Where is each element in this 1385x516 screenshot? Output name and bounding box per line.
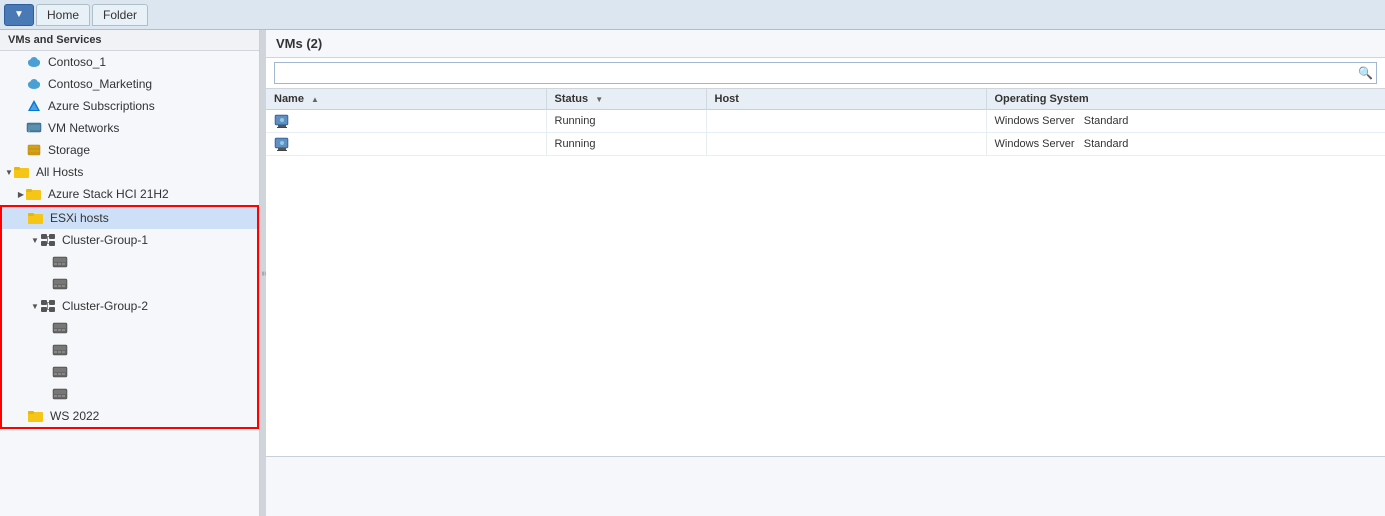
expand-btn-host-1b xyxy=(42,279,52,289)
label-contoso: Contoso_1 xyxy=(48,55,106,69)
sidebar-item-contoso[interactable]: Contoso_1 xyxy=(0,51,259,73)
cell-status-vm2: Running xyxy=(546,133,706,156)
expand-btn-host-2d xyxy=(42,389,52,399)
cell-status-vm1: Running xyxy=(546,110,706,133)
sidebar-item-contoso-marketing[interactable]: Contoso_Marketing xyxy=(0,73,259,95)
sidebar-item-cluster-group-1[interactable]: ▼ Cluster-Group-1 xyxy=(2,229,257,251)
expand-btn-ws-2022 xyxy=(18,411,28,421)
icon-host-1a xyxy=(54,254,70,270)
sidebar-item-esxi-hosts[interactable]: ESXi hosts xyxy=(2,207,257,229)
sidebar-item-azure-subscriptions[interactable]: Azure Subscriptions xyxy=(0,95,259,117)
cell-name-vm1 xyxy=(266,110,546,133)
table-row-vm2[interactable]: Running Windows Server Standard xyxy=(266,133,1385,156)
toolbar: ▼ Home Folder xyxy=(0,0,1385,30)
cell-host-vm1 xyxy=(706,110,986,133)
cell-os-vm2: Windows Server Standard xyxy=(986,133,1385,156)
sidebar-item-storage[interactable]: Storage xyxy=(0,139,259,161)
sidebar-item-host-1b[interactable] xyxy=(2,273,257,295)
label-esxi-hosts: ESXi hosts xyxy=(50,211,109,225)
dropdown-button[interactable]: ▼ xyxy=(4,4,34,26)
icon-host-2c xyxy=(54,364,70,380)
expand-btn-all-hosts[interactable]: ▼ xyxy=(4,167,14,177)
content-area: VMs (2) 🔍 Name ▲ Status ▼ xyxy=(266,30,1385,516)
col-header-os[interactable]: Operating System xyxy=(986,89,1385,110)
sidebar-item-azure-stack[interactable]: ▶ Azure Stack HCI 21H2 xyxy=(0,183,259,205)
icon-azure-subscriptions xyxy=(28,98,44,114)
content-header: VMs (2) xyxy=(266,30,1385,58)
icon-contoso xyxy=(28,54,44,70)
folder-tab-label: Folder xyxy=(103,8,137,22)
expand-btn-azure-subscriptions xyxy=(16,101,26,111)
expand-btn-cluster-group-2[interactable]: ▼ xyxy=(30,301,40,311)
table-header-row: Name ▲ Status ▼ Host Operating System xyxy=(266,89,1385,110)
table-row-vm1[interactable]: Running Windows Server Standard xyxy=(266,110,1385,133)
cell-name-vm2 xyxy=(266,133,546,156)
label-ws-2022: WS 2022 xyxy=(50,409,99,423)
icon-azure-stack xyxy=(28,186,44,202)
expand-btn-host-2b xyxy=(42,345,52,355)
icon-vm-networks xyxy=(28,120,44,136)
col-header-name[interactable]: Name ▲ xyxy=(266,89,546,110)
label-azure-stack: Azure Stack HCI 21H2 xyxy=(48,187,169,201)
search-input[interactable] xyxy=(274,62,1377,84)
expand-btn-cluster-group-1[interactable]: ▼ xyxy=(30,235,40,245)
sidebar-content: Contoso_1 Contoso_Marketing Azure Subscr… xyxy=(0,51,259,516)
col-header-status[interactable]: Status ▼ xyxy=(546,89,706,110)
expand-btn-host-2c xyxy=(42,367,52,377)
sidebar-item-vm-networks[interactable]: VM Networks xyxy=(0,117,259,139)
home-tab[interactable]: Home xyxy=(36,4,90,26)
sort-icon-status: ▼ xyxy=(595,95,603,104)
vm-list-table: Name ▲ Status ▼ Host Operating System xyxy=(266,89,1385,156)
sidebar-item-ws-2022[interactable]: WS 2022 xyxy=(2,405,257,427)
expand-btn-host-2a xyxy=(42,323,52,333)
expand-btn-esxi-hosts xyxy=(18,213,28,223)
icon-cluster-group-1 xyxy=(42,232,58,248)
expand-btn-vm-networks xyxy=(16,123,26,133)
label-cluster-group-2: Cluster-Group-2 xyxy=(62,299,148,313)
folder-tab[interactable]: Folder xyxy=(92,4,148,26)
home-tab-label: Home xyxy=(47,8,79,22)
sidebar-item-host-2d[interactable] xyxy=(2,383,257,405)
sidebar-item-host-1a[interactable] xyxy=(2,251,257,273)
status-bar xyxy=(266,456,1385,516)
esxi-highlight-box: ESXi hosts ▼ Cluster-Group-1 ▼ Cluster-Grou… xyxy=(0,205,259,429)
icon-storage xyxy=(28,142,44,158)
label-all-hosts: All Hosts xyxy=(36,165,83,179)
icon-host-2a xyxy=(54,320,70,336)
icon-all-hosts xyxy=(16,164,32,180)
icon-host-2d xyxy=(54,386,70,402)
expand-btn-host-1a xyxy=(42,257,52,267)
search-bar: 🔍 xyxy=(266,58,1385,89)
expand-btn-azure-stack[interactable]: ▶ xyxy=(16,189,26,199)
col-header-host[interactable]: Host xyxy=(706,89,986,110)
main-layout: VMs and Services Contoso_1 Contoso_Marke… xyxy=(0,30,1385,516)
sidebar-item-all-hosts[interactable]: ▼ All Hosts xyxy=(0,161,259,183)
label-contoso-marketing: Contoso_Marketing xyxy=(48,77,152,91)
sidebar-item-host-2c[interactable] xyxy=(2,361,257,383)
dropdown-icon: ▼ xyxy=(14,9,24,20)
icon-ws-2022 xyxy=(30,408,46,424)
icon-contoso-marketing xyxy=(28,76,44,92)
sidebar-item-cluster-group-2[interactable]: ▼ Cluster-Group-2 xyxy=(2,295,257,317)
label-cluster-group-1: Cluster-Group-1 xyxy=(62,233,148,247)
expand-btn-storage xyxy=(16,145,26,155)
sort-icon-name: ▲ xyxy=(311,95,319,104)
sidebar: VMs and Services Contoso_1 Contoso_Marke… xyxy=(0,30,260,516)
expand-btn-contoso xyxy=(16,57,26,67)
cell-os-vm1: Windows Server Standard xyxy=(986,110,1385,133)
sidebar-item-host-2a[interactable] xyxy=(2,317,257,339)
vm-table: Name ▲ Status ▼ Host Operating System xyxy=(266,89,1385,456)
icon-esxi-hosts xyxy=(30,210,46,226)
icon-host-1b xyxy=(54,276,70,292)
label-vm-networks: VM Networks xyxy=(48,121,119,135)
label-storage: Storage xyxy=(48,143,90,157)
search-icon: 🔍 xyxy=(1358,66,1373,80)
label-azure-subscriptions: Azure Subscriptions xyxy=(48,99,155,113)
expand-btn-contoso-marketing xyxy=(16,79,26,89)
icon-host-2b xyxy=(54,342,70,358)
cell-host-vm2 xyxy=(706,133,986,156)
sidebar-header: VMs and Services xyxy=(0,30,259,51)
sidebar-item-host-2b[interactable] xyxy=(2,339,257,361)
icon-cluster-group-2 xyxy=(42,298,58,314)
